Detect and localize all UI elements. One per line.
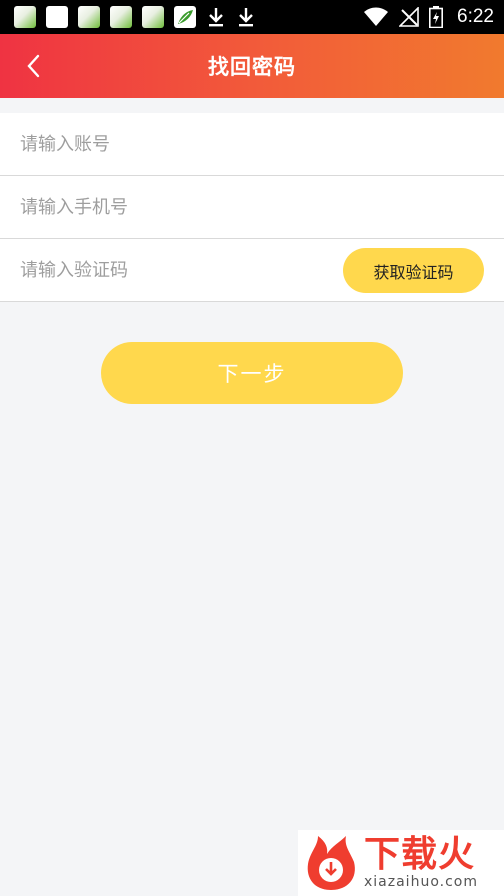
account-input[interactable]: [20, 124, 320, 164]
download-icon: [206, 5, 226, 29]
app-icon: [78, 6, 100, 28]
phone-input[interactable]: [20, 187, 320, 227]
header-bar: 找回密码: [0, 34, 504, 98]
download-icon: [236, 5, 256, 29]
no-signal-icon: [399, 7, 419, 27]
leaf-app-icon: [174, 6, 196, 28]
chevron-left-icon: [27, 54, 40, 78]
app-icon: [110, 6, 132, 28]
app-icon: [14, 6, 36, 28]
get-code-button[interactable]: 获取验证码: [343, 248, 484, 293]
phone-row: [0, 176, 504, 239]
account-row: [0, 113, 504, 176]
back-button[interactable]: [14, 46, 54, 86]
page-title: 找回密码: [208, 55, 296, 79]
next-step-button[interactable]: 下一步: [101, 342, 403, 404]
wifi-icon: [364, 7, 389, 26]
battery-charging-icon: [429, 6, 444, 28]
recovery-form: 获取验证码: [0, 113, 504, 302]
status-time: 6:22: [457, 6, 494, 27]
code-row: 获取验证码: [0, 239, 504, 302]
watermark-en: xiazaihuo.com: [364, 874, 478, 890]
verification-code-input[interactable]: [20, 250, 320, 290]
app-icon-white: [46, 6, 68, 28]
watermark: 下载火 xiazaihuo.com: [298, 830, 504, 896]
flame-logo-icon: [307, 836, 355, 890]
status-bar: 6:22: [0, 0, 504, 34]
system-icons: 6:22: [363, 6, 494, 28]
notification-icons: [14, 5, 256, 29]
watermark-text: 下载火 xiazaihuo.com: [364, 834, 478, 891]
watermark-cn: 下载火: [364, 834, 476, 875]
app-icon: [142, 6, 164, 28]
